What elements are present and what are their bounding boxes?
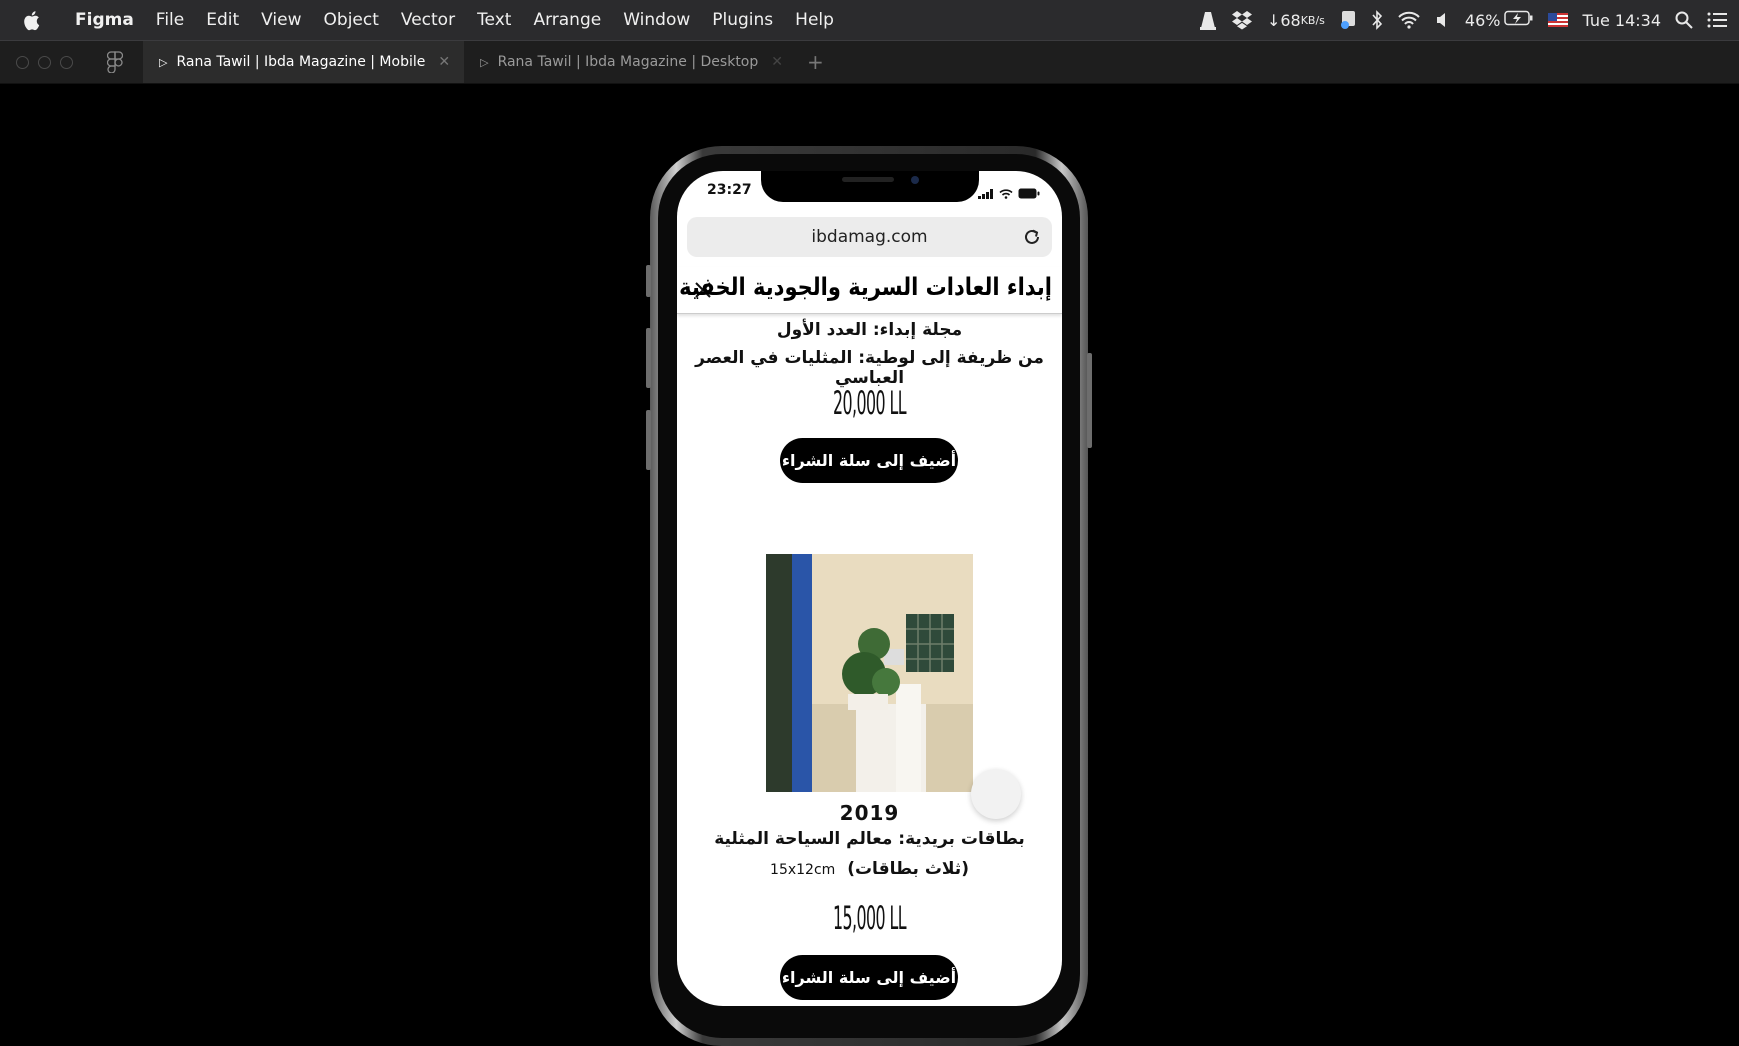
phone-screen: 23:27 ibdamag.com إبداء العادات السرية و…: [677, 171, 1062, 1006]
cellular-signal-icon: [978, 184, 994, 203]
product-price: 15,000 LL: [832, 899, 907, 937]
mute-switch: [646, 265, 651, 297]
tab-mobile-prototype[interactable]: ▷ Rana Tawil | Ibda Magazine | Mobile ✕: [143, 41, 465, 83]
product-title-line1: مجلة إبداء: العدد الأول: [776, 320, 963, 340]
menu-text[interactable]: Text: [466, 0, 522, 40]
notification-center-icon[interactable]: [1707, 12, 1727, 28]
menu-help[interactable]: Help: [784, 0, 845, 40]
menu-file[interactable]: File: [145, 0, 195, 40]
play-icon: ▷: [159, 55, 168, 69]
add-to-cart-button[interactable]: أضيف إلى سلة الشراء: [780, 955, 958, 1000]
wifi-icon: [999, 184, 1013, 203]
volume-down-button: [646, 410, 651, 470]
zoom-window-button[interactable]: [60, 55, 73, 69]
menu-object[interactable]: Object: [313, 0, 390, 40]
site-header: إبداء العادات السرية والجودية الخفية: [677, 267, 1062, 314]
window-controls: [16, 55, 73, 69]
menu-vector[interactable]: Vector: [390, 0, 466, 40]
apple-menu-icon[interactable]: [22, 0, 60, 40]
bluetooth-icon[interactable]: [1371, 10, 1383, 30]
close-tab-icon[interactable]: ✕: [771, 54, 783, 70]
close-window-button[interactable]: [16, 55, 29, 69]
scroll-indicator[interactable]: [971, 769, 1021, 819]
tab-label: Rana Tawil | Ibda Magazine | Desktop: [497, 54, 759, 70]
play-icon: ▷: [480, 55, 489, 69]
figma-logo-icon[interactable]: [106, 51, 124, 74]
product-title-line2: من ظريفة إلى لوطية: المثليات في العصر ال…: [695, 348, 1044, 388]
tab-label: Rana Tawil | Ibda Magazine | Mobile: [176, 54, 426, 70]
spotlight-search-icon[interactable]: [1675, 11, 1693, 29]
phone-time: 23:27: [707, 182, 752, 198]
battery-status[interactable]: 46%: [1465, 10, 1535, 30]
clock[interactable]: Tue 14:34: [1582, 11, 1661, 30]
url-text: ibdamag.com: [811, 227, 928, 247]
product-subtitle: (ثلاث بطاقات) 15x12cm: [677, 859, 1062, 879]
product-title-line1: بطاقات بريدية: معالم السياحة المثلية: [714, 829, 1025, 849]
battery-icon: [1018, 184, 1040, 203]
product-quantity-note: (ثلاث بطاقات): [847, 859, 969, 879]
tab-desktop-prototype[interactable]: ▷ Rana Tawil | Ibda Magazine | Desktop ✕: [464, 41, 797, 83]
site-title[interactable]: إبداء العادات السرية والجودية الخفية: [679, 273, 1053, 301]
volume-icon[interactable]: [1435, 12, 1451, 28]
network-speed: ↓68 KB/s: [1266, 10, 1325, 30]
menu-view[interactable]: View: [250, 0, 312, 40]
battery-charging-icon: [1504, 10, 1534, 30]
finder-sync-icon[interactable]: [1339, 10, 1357, 30]
vlc-icon[interactable]: [1199, 10, 1217, 30]
dropbox-icon[interactable]: [1231, 10, 1253, 30]
menu-bar: Figma File Edit View Object Vector Text …: [0, 0, 1739, 41]
notch: [761, 171, 979, 202]
phone-status-icons: [978, 184, 1040, 203]
battery-percent: 46%: [1464, 10, 1501, 30]
product-dimensions: 15x12cm: [770, 862, 836, 878]
minimize-window-button[interactable]: [38, 55, 51, 69]
postcard-product-image[interactable]: [766, 554, 973, 792]
new-tab-icon[interactable]: +: [807, 50, 824, 74]
add-to-cart-button[interactable]: أضيف إلى سلة الشراء: [780, 438, 958, 483]
menu-plugins[interactable]: Plugins: [701, 0, 784, 40]
product-price: 20,000 LL: [832, 384, 907, 422]
menu-edit[interactable]: Edit: [195, 0, 250, 40]
close-tab-icon[interactable]: ✕: [438, 54, 450, 70]
url-bar[interactable]: ibdamag.com: [687, 217, 1052, 257]
wifi-icon[interactable]: [1397, 11, 1421, 29]
volume-up-button: [646, 328, 651, 388]
menu-arrange[interactable]: Arrange: [522, 0, 612, 40]
menu-app-figma[interactable]: Figma: [64, 0, 145, 40]
tab-bar: ▷ Rana Tawil | Ibda Magazine | Mobile ✕ …: [0, 41, 1739, 84]
menu-window[interactable]: Window: [612, 0, 701, 40]
power-button: [1087, 353, 1092, 448]
input-source-flag-icon[interactable]: [1548, 13, 1569, 27]
reload-icon[interactable]: [1022, 227, 1042, 247]
